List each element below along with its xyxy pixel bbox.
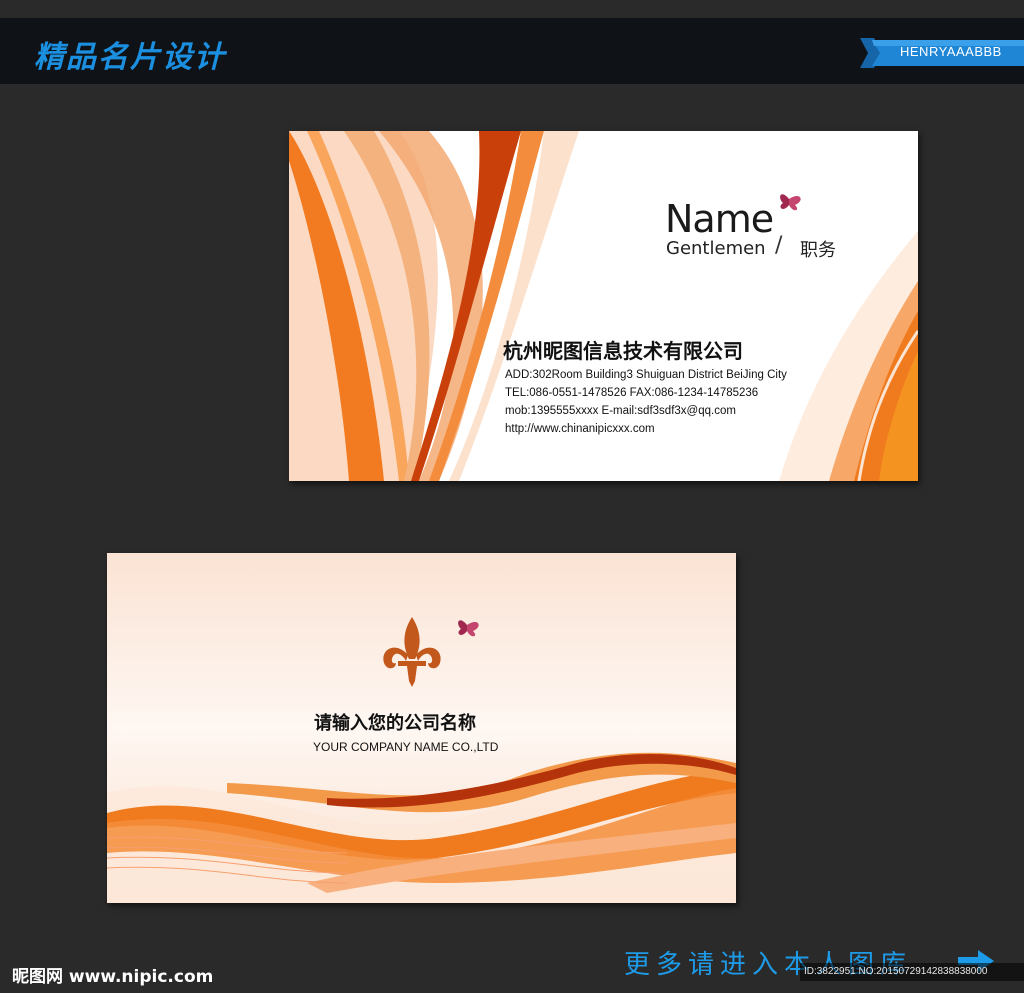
page-title: 精品名片设计 — [34, 40, 226, 75]
business-card-back: 请输入您的公司名称 YOUR COMPANY NAME CO.,LTD — [107, 553, 736, 903]
company-name: 杭州昵图信息技术有限公司 — [503, 339, 743, 363]
address-line: ADD:302Room Building3 Shuiguan District … — [505, 369, 787, 381]
ribbon-label: HENRYAAABBB — [900, 44, 1002, 59]
mobile-email-line: mob:1395555xxxx E-mail:sdf3sdf3x@qq.com — [505, 405, 736, 417]
job-title: 职务 — [800, 240, 836, 261]
title-separator: / — [775, 233, 783, 258]
image-id: ID:3822951 NO:20150729142838838000 — [804, 966, 988, 977]
business-card-front: Name Gentlemen / 职务 杭州昵图信息技术有限公司 ADD:302… — [289, 131, 918, 481]
nipic-logo: 昵图网 www.nipic.com — [12, 967, 214, 987]
phone-line: TEL:086-0551-1478526 FAX:086-1234-147852… — [505, 387, 759, 399]
website-line: http://www.chinanipicxxx.com — [505, 423, 655, 435]
person-name: Name — [665, 197, 774, 241]
company-name-cn: 请输入您的公司名称 — [314, 713, 476, 734]
company-name-en: YOUR COMPANY NAME CO.,LTD — [313, 740, 499, 754]
person-subtitle: Gentlemen — [666, 238, 766, 259]
